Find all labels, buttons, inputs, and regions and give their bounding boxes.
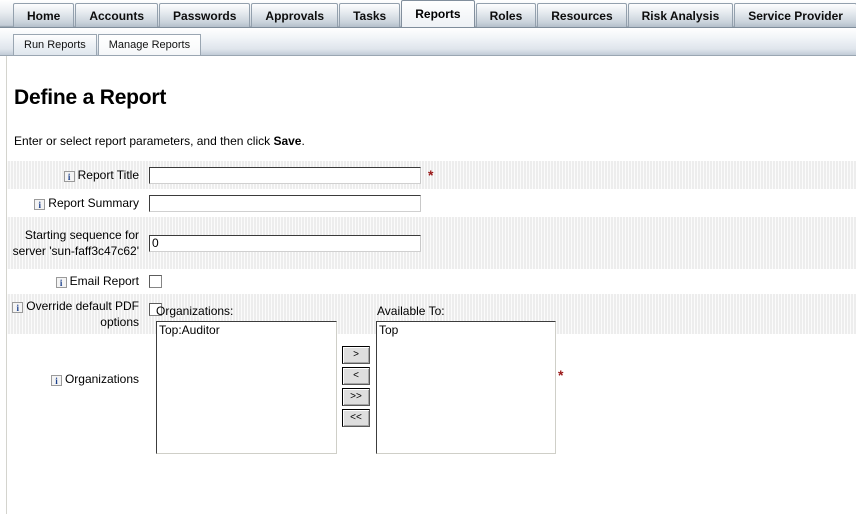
subtab-run-reports[interactable]: Run Reports (13, 34, 97, 55)
tab-reports[interactable]: Reports (401, 0, 475, 27)
organizations-section: i Organizations Organizations: Available … (7, 304, 856, 468)
form-row-starting-sequence: Starting sequence for server 'sun-faff3c… (7, 217, 856, 269)
info-icon[interactable]: i (34, 198, 46, 210)
tab-tasks-label: Tasks (353, 8, 387, 23)
label-organizations-text: Organizations (64, 372, 139, 386)
list-item[interactable]: Top:Auditor (157, 322, 336, 337)
control-report-summary (145, 194, 856, 212)
label-organizations: i Organizations (7, 372, 145, 386)
label-report-summary-text: Report Summary (48, 195, 139, 210)
tab-reports-label: Reports (415, 7, 461, 21)
control-email-report (145, 275, 856, 288)
required-asterisk-organizations: * (558, 367, 564, 383)
report-title-input[interactable] (149, 166, 421, 184)
tab-tasks[interactable]: Tasks (339, 3, 401, 27)
tab-accounts[interactable]: Accounts (75, 3, 159, 27)
page-title: Define a Report (14, 86, 167, 109)
tab-resources-label: Resources (551, 8, 613, 23)
tab-resources[interactable]: Resources (537, 3, 627, 27)
tab-passwords-label: Passwords (173, 8, 237, 23)
move-all-right-button[interactable]: >> (342, 388, 370, 406)
available-to-listbox[interactable]: Top (376, 321, 556, 454)
instruction-text: Enter or select report parameters, and t… (14, 134, 305, 148)
email-report-checkbox[interactable] (149, 275, 162, 288)
instruction-suffix: . (301, 134, 305, 148)
label-email-report: i Email Report (7, 274, 145, 289)
primary-tab-bar: Home Accounts Passwords Approvals Tasks … (0, 0, 856, 28)
page-content: Define a Report Enter or select report p… (0, 56, 856, 514)
label-report-summary: i Report Summary (7, 196, 145, 211)
tab-roles[interactable]: Roles (475, 3, 537, 27)
tab-home-label: Home (27, 8, 61, 23)
report-summary-input[interactable] (149, 194, 421, 212)
info-icon[interactable]: i (55, 277, 67, 288)
organizations-listbox[interactable]: Top:Auditor (156, 321, 337, 454)
move-right-button[interactable]: > (342, 346, 370, 364)
control-report-title: * (145, 166, 856, 184)
form-row-report-summary: i Report Summary (7, 189, 856, 217)
tab-approvals[interactable]: Approvals (251, 3, 339, 27)
list-item[interactable]: Top (377, 322, 555, 337)
tab-risk-analysis-label: Risk Analysis (641, 8, 720, 23)
starting-sequence-input[interactable] (149, 234, 421, 252)
label-email-report-text: Email Report (69, 274, 139, 288)
tab-home[interactable]: Home (13, 3, 75, 27)
control-starting-sequence (145, 234, 856, 252)
form-row-email-report: i Email Report (7, 269, 856, 294)
instruction-emphasis: Save (273, 134, 302, 148)
subtab-run-reports-label: Run Reports (24, 39, 86, 51)
tab-service-provider[interactable]: Service Provider (734, 3, 856, 27)
secondary-tab-bar: Run Reports Manage Reports (0, 28, 856, 56)
move-left-button[interactable]: < (342, 367, 370, 385)
label-starting-sequence: Starting sequence for server 'sun-faff3c… (7, 227, 145, 259)
tab-risk-analysis[interactable]: Risk Analysis (627, 3, 734, 27)
label-report-title-text: Report Title (77, 167, 139, 182)
required-asterisk-report-title: * (428, 167, 434, 183)
tab-passwords[interactable]: Passwords (159, 3, 251, 27)
info-icon[interactable]: i (63, 170, 75, 182)
tab-service-provider-label: Service Provider (748, 8, 843, 23)
label-starting-sequence-text: Starting sequence for server 'sun-faff3c… (12, 228, 139, 258)
tab-roles-label: Roles (489, 8, 523, 23)
list-transfer-buttons: > < >> << (342, 346, 370, 430)
tab-approvals-label: Approvals (265, 8, 325, 23)
tab-accounts-label: Accounts (89, 8, 145, 23)
move-all-left-button[interactable]: << (342, 409, 370, 427)
caption-available-to-list: Available To: (377, 304, 445, 318)
info-icon[interactable]: i (50, 375, 62, 386)
instruction-prefix: Enter or select report parameters, and t… (14, 134, 274, 148)
subtab-manage-reports-label: Manage Reports (108, 39, 191, 51)
label-report-title: i Report Title (7, 168, 145, 183)
caption-organizations-list: Organizations: (156, 304, 234, 318)
subtab-manage-reports[interactable]: Manage Reports (97, 34, 202, 55)
form-row-report-title: i Report Title * (7, 161, 856, 189)
